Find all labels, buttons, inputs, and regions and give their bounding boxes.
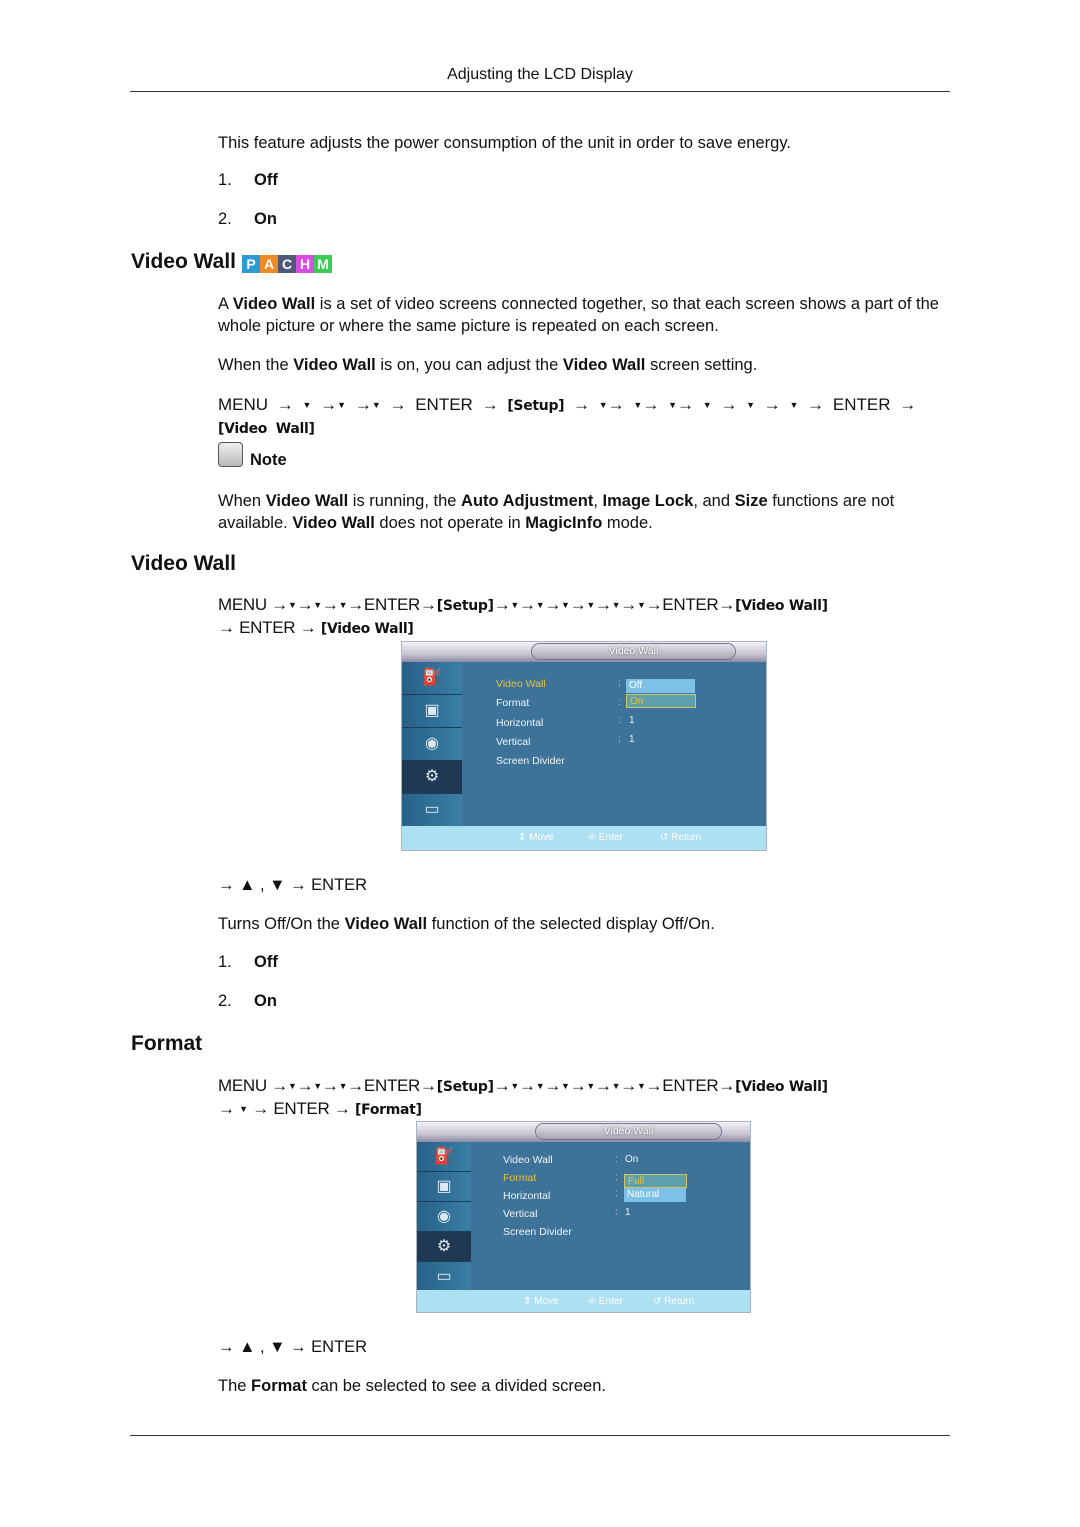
video-wall-option-2: 2. On <box>218 992 277 1010</box>
osd-footer: ⇕ Move ⎆ Enter ↺ Return <box>402 826 766 850</box>
section-heading-video-wall: Video Wall P A C H M <box>131 250 333 274</box>
osd-footer: ⇕ Move ⎆ Enter ↺ Return <box>417 1290 750 1312</box>
osd-row-video-wall: Video Wall <box>503 1154 553 1166</box>
nav-instructions-2: → ▲ , ▼ → ENTER <box>218 1338 368 1356</box>
osd-option-on[interactable]: On <box>626 694 696 708</box>
menu-path-3: MENU →▼→▼→▼→ENTER→[Setup]→▼→▼→▼→▼→▼→▼→EN… <box>218 1076 828 1118</box>
osd-footer-move: ⇕ Move <box>523 1296 559 1307</box>
input-icon: ⛽ <box>422 669 442 686</box>
osd-footer-move: ⇕ Move <box>518 832 554 843</box>
osd-row-screen-divider: Screen Divider <box>503 1226 572 1238</box>
osd-screenshot-video-wall: Video Wall ⛽ ▣ ◉ ⚙ ▭ Video Wall Format H… <box>402 642 766 850</box>
video-wall-when: When the Video Wall is on, you can adjus… <box>218 356 758 374</box>
osd-row-vertical: Vertical <box>503 1208 538 1220</box>
setup-icon: ⚙ <box>424 768 440 785</box>
osd-row-format: Format <box>496 697 530 709</box>
intro-option-2: 2. On <box>218 210 277 228</box>
osd-footer-return: ↺ Return <box>653 1296 695 1307</box>
note-text: When Video Wall is running, the Auto Adj… <box>218 492 895 532</box>
osd-footer-enter: ⎆ Enter <box>588 1296 623 1307</box>
osd-footer-return: ↺ Return <box>660 832 702 843</box>
multi-control-icon: ▭ <box>424 801 440 818</box>
osd-title: Video Wall <box>532 644 735 659</box>
osd-option-off[interactable]: Off <box>626 679 695 693</box>
section-heading-video-wall-2: Video Wall <box>131 552 237 575</box>
osd-value-horizontal: 1 <box>629 715 635 726</box>
nav-instructions-1: → ▲ , ▼ → ENTER <box>218 876 368 894</box>
osd-title: Video Wall <box>536 1124 721 1139</box>
section-heading-format: Format <box>131 1032 203 1055</box>
osd-row-horizontal: Horizontal <box>503 1190 551 1202</box>
video-wall-toggle-description: Turns Off/On the Video Wall function of … <box>218 915 715 933</box>
osd-row-video-wall: Video Wall <box>496 678 546 690</box>
picture-icon: ▣ <box>424 702 440 719</box>
osd-row-horizontal: Horizontal <box>496 717 544 729</box>
osd-row-screen-divider: Screen Divider <box>496 755 565 767</box>
osd-option-full[interactable]: Full <box>624 1174 687 1188</box>
note-icon <box>218 442 243 467</box>
model-badges: P A C H M <box>242 255 333 273</box>
intro-option-1: 1. Off <box>218 171 278 189</box>
menu-path-2: MENU →▼→▼→▼→ENTER→[Setup]→▼→▼→▼→▼→▼→▼→EN… <box>218 595 828 637</box>
menu-path-1: MENU → ▼ →▼ →▼ → ENTER → [Setup] → ▼→ ▼→… <box>218 395 917 437</box>
footer-rule <box>130 1435 950 1436</box>
badge-c: C <box>278 255 297 273</box>
osd-footer-enter: ⎆ Enter <box>588 832 623 843</box>
badge-h: H <box>296 255 315 273</box>
setup-icon: ⚙ <box>436 1237 452 1255</box>
header-rule <box>130 91 950 92</box>
badge-m: M <box>314 255 333 273</box>
note-label: Note <box>250 451 287 469</box>
osd-screenshot-format: Video Wall ⛽ ▣ ◉ ⚙ ▭ Video Wall Format H… <box>417 1122 750 1312</box>
video-wall-option-1: 1. Off <box>218 953 278 971</box>
badge-p: P <box>242 255 261 273</box>
page-header-title: Adjusting the LCD Display <box>447 66 633 83</box>
format-description: The Format can be selected to see a divi… <box>218 1377 606 1395</box>
osd-value-vertical: 1 <box>625 1207 631 1218</box>
osd-row-vertical: Vertical <box>496 736 531 748</box>
video-wall-description: A Video Wall is a set of video screens c… <box>218 295 939 335</box>
osd-value-vertical: 1 <box>629 734 635 745</box>
picture-icon: ▣ <box>436 1177 452 1195</box>
badge-a: A <box>260 255 279 273</box>
multi-control-icon: ▭ <box>436 1267 452 1285</box>
intro-text: This feature adjusts the power consumpti… <box>218 134 791 152</box>
osd-value-video-wall: On <box>625 1154 639 1165</box>
sound-icon: ◉ <box>437 1207 451 1225</box>
input-icon: ⛽ <box>434 1147 454 1165</box>
osd-row-format: Format <box>503 1172 537 1184</box>
sound-icon: ◉ <box>425 735 439 752</box>
osd-sidebar: ⛽ ▣ ◉ ⚙ ▭ <box>402 662 462 835</box>
osd-sidebar: ⛽ ▣ ◉ ⚙ ▭ <box>417 1142 471 1297</box>
osd-option-natural[interactable]: Natural <box>624 1188 686 1202</box>
